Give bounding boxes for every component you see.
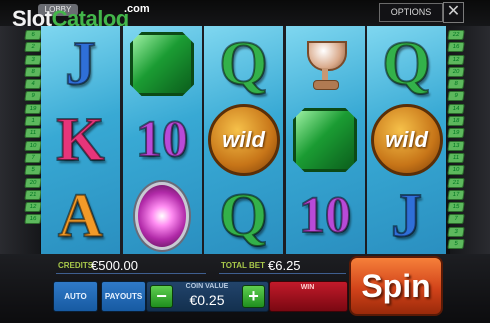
credits-label: CREDITS xyxy=(58,261,94,270)
credits-value: €500.00 xyxy=(91,258,138,273)
payline-marker: 18 xyxy=(447,116,465,127)
payline-marker: 7 xyxy=(24,152,42,164)
win-label: WIN xyxy=(300,284,315,291)
payline-marker: 12 xyxy=(24,202,42,213)
reel-3: Qwild Q xyxy=(204,26,283,254)
payline-markers-left: 6 2 3 8 4 9 19 1 11 10 7 5 20 21 12 16 xyxy=(24,30,42,225)
symbol-cell: A xyxy=(41,178,120,254)
payline-marker: 21 xyxy=(447,177,465,188)
payline-marker: 21 xyxy=(24,189,42,201)
symbol-a: A xyxy=(57,182,104,250)
symbol-10: 10 xyxy=(135,111,189,168)
payline-marker: 17 xyxy=(447,189,465,201)
payline-marker: 5 xyxy=(447,239,465,250)
payline-marker: 9 xyxy=(24,91,42,102)
emerald-icon xyxy=(293,108,357,172)
coin-value: €0.25 xyxy=(189,292,225,308)
symbol-cell xyxy=(286,26,365,102)
payline-marker: 11 xyxy=(447,152,465,164)
payline-marker: 11 xyxy=(24,128,42,139)
total-bet-label: TOTAL BET xyxy=(221,261,265,270)
coin-decrease-button[interactable]: − xyxy=(150,285,173,308)
payline-marker: 16 xyxy=(24,214,42,225)
payline-markers-right: 22 16 12 20 8 9 14 18 19 13 11 10 21 17 15 7 3 5 xyxy=(447,30,465,250)
wild-symbol: wild xyxy=(207,104,280,176)
payline-marker: 16 xyxy=(447,42,465,53)
payline-marker: 9 xyxy=(447,91,465,102)
payline-marker: 20 xyxy=(447,66,465,78)
payline-marker: 3 xyxy=(24,54,42,65)
symbol-cell: Q xyxy=(367,26,446,102)
total-bet-value: €6.25 xyxy=(268,258,301,273)
payline-marker: 8 xyxy=(447,79,465,90)
payline-marker: 19 xyxy=(24,103,42,115)
symbol-cell xyxy=(123,26,202,102)
payline-marker: 10 xyxy=(447,165,465,176)
payline-marker: 12 xyxy=(447,54,465,65)
symbol-cell: 10 xyxy=(123,102,202,178)
payline-marker: 13 xyxy=(447,140,465,151)
reel-grid: J K A 10 Qwild Q 10 Qwild J xyxy=(41,26,446,254)
payline-marker: 20 xyxy=(24,177,42,188)
payline-marker: 2 xyxy=(24,42,42,53)
symbol-k: K xyxy=(55,106,105,174)
symbol-cell: wild xyxy=(367,102,446,178)
reel-2: 10 xyxy=(122,26,202,254)
payline-marker: 10 xyxy=(24,140,42,151)
coin-increase-button[interactable]: + xyxy=(242,285,265,308)
symbol-cell: J xyxy=(41,26,120,102)
payline-marker: 1 xyxy=(24,116,42,127)
logo-domain: .com xyxy=(124,3,150,15)
coin-value-label: COIN VALUE xyxy=(185,283,229,290)
symbol-j: J xyxy=(64,30,97,98)
spin-button[interactable]: Spin xyxy=(349,256,443,316)
payline-marker: 19 xyxy=(447,128,465,139)
symbol-cell xyxy=(123,178,202,254)
reel-4: 10 xyxy=(285,26,365,254)
payline-marker: 6 xyxy=(24,30,42,41)
symbol-cell xyxy=(286,102,365,178)
payline-marker: 7 xyxy=(447,214,465,225)
symbol-cell: K xyxy=(41,102,120,178)
close-icon[interactable]: ✕ xyxy=(443,2,464,23)
symbol-cell: Q xyxy=(204,26,283,102)
symbol-cell: J xyxy=(367,178,446,254)
payline-marker: 14 xyxy=(447,103,465,115)
trophy-stem xyxy=(322,68,328,80)
options-button[interactable]: OPTIONS xyxy=(379,3,443,22)
trophy-icon xyxy=(303,37,347,91)
payline-marker: 3 xyxy=(447,226,465,238)
payline-marker: 15 xyxy=(447,202,465,213)
payouts-button[interactable]: PAYOUTS xyxy=(101,281,146,312)
reel-5: Qwild J xyxy=(367,26,446,254)
symbol-cell: 10 xyxy=(286,178,365,254)
symbol-cell: wild xyxy=(204,102,283,178)
top-bar: LOBBY SlotCatalog .com OPTIONS ✕ xyxy=(0,0,490,31)
pink-gem-icon xyxy=(135,182,189,250)
wild-symbol: wild xyxy=(370,104,443,176)
auto-button[interactable]: AUTO xyxy=(53,281,98,312)
total-bet-underline xyxy=(219,273,346,274)
payline-marker: 22 xyxy=(447,30,465,41)
symbol-j: J xyxy=(390,182,423,250)
symbol-q: Q xyxy=(218,30,268,98)
trophy-base xyxy=(313,80,339,90)
payline-marker: 8 xyxy=(24,66,42,78)
trophy-bowl xyxy=(307,41,347,71)
symbol-q: Q xyxy=(218,182,268,250)
symbol-10: 10 xyxy=(298,187,352,244)
credits-underline xyxy=(56,273,206,274)
emerald-icon xyxy=(130,32,194,96)
payline-marker: 5 xyxy=(24,165,42,176)
symbol-cell: Q xyxy=(204,178,283,254)
symbol-q: Q xyxy=(381,30,431,98)
reel-1: JKA xyxy=(41,26,120,254)
payline-marker: 4 xyxy=(24,79,42,90)
